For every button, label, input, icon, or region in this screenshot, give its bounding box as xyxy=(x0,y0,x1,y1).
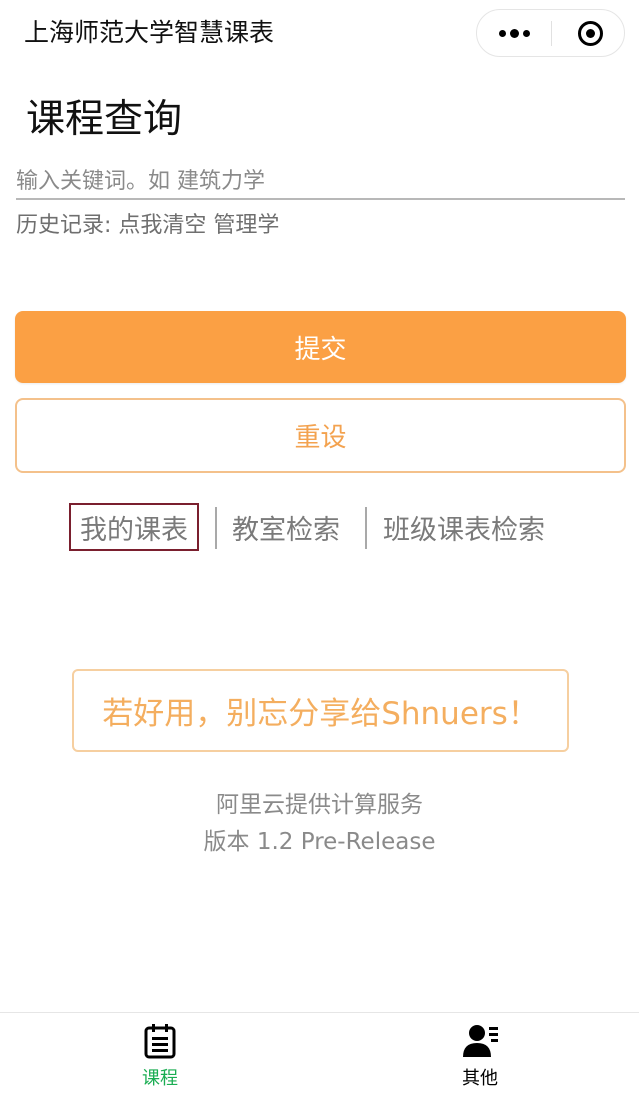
tab-courses-label: 课程 xyxy=(142,1068,178,1089)
tab-other[interactable]: 其他 xyxy=(400,1013,560,1097)
link-divider xyxy=(365,507,367,549)
history-label: 历史记录: xyxy=(16,213,119,238)
clear-history-link[interactable]: 点我清空 xyxy=(118,213,206,238)
notepad-icon xyxy=(144,1024,176,1059)
app-title: 上海师范大学智慧课表 xyxy=(24,18,275,47)
more-options-button[interactable] xyxy=(477,10,551,56)
reset-button[interactable]: 重设 xyxy=(15,398,626,473)
credit-text: 阿里云提供计算服务 xyxy=(216,792,423,818)
page-title: 课程查询 xyxy=(26,97,183,142)
history-item[interactable]: 管理学 xyxy=(213,213,279,238)
mini-program-capsule xyxy=(476,9,625,57)
user-list-icon xyxy=(463,1025,498,1057)
tab-courses[interactable]: 课程 xyxy=(80,1013,240,1097)
share-button[interactable]: 若好用，别忘分享给Shnuers！ xyxy=(72,669,569,752)
more-dots-icon xyxy=(498,29,506,37)
submit-button[interactable]: 提交 xyxy=(15,311,626,383)
link-divider xyxy=(215,507,217,549)
link-my-schedule[interactable]: 我的课表 xyxy=(69,503,199,551)
search-history: 历史记录: 点我清空 管理学 xyxy=(16,211,279,241)
query-mode-links: 我的课表 教室检索 班级课表检索 xyxy=(0,503,639,551)
search-input[interactable] xyxy=(16,164,625,200)
tab-bar: 课程 其他 xyxy=(0,1012,639,1097)
link-classroom-search[interactable]: 教室检索 xyxy=(232,503,340,551)
tab-other-label: 其他 xyxy=(462,1068,498,1089)
close-miniprogram-icon[interactable] xyxy=(578,21,603,46)
capsule-divider xyxy=(551,21,552,46)
version-text: 版本 1.2 Pre-Release xyxy=(203,829,436,855)
link-class-schedule-search[interactable]: 班级课表检索 xyxy=(383,503,545,551)
